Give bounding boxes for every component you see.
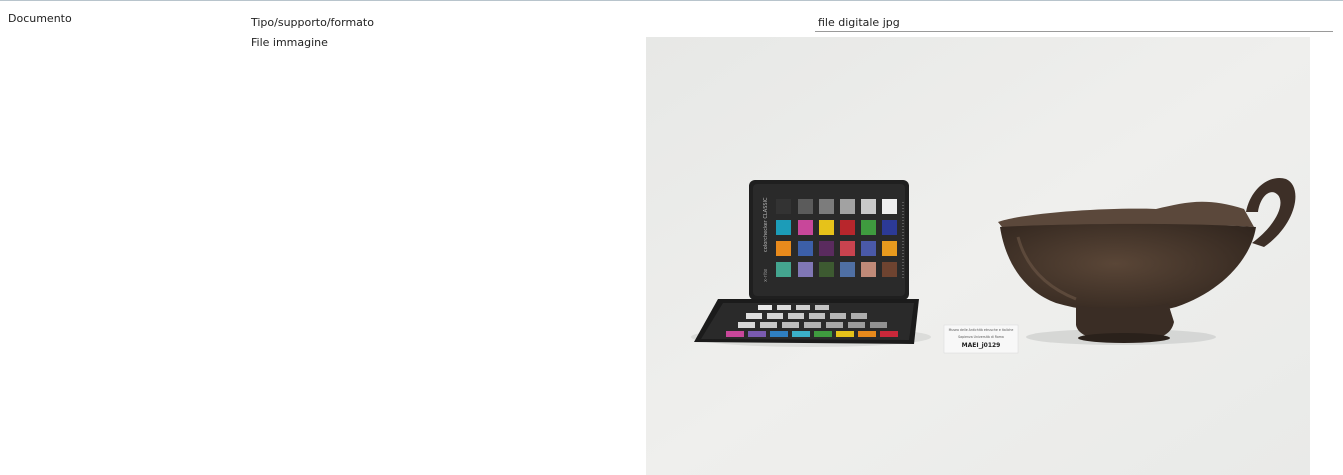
record-page: Documento Tipo/supporto/formato File imm…: [0, 0, 1343, 475]
checker-brand-text: colorchecker CLASSIC: [763, 197, 769, 252]
field-label-tipo-supporto-formato: Tipo/supporto/formato: [251, 16, 374, 29]
document-image-link[interactable]: colorchecker CLASSIC x-rite Museo delle …: [646, 37, 1310, 475]
checker-maker-text: x-rite: [763, 269, 769, 282]
color-checker-lower-panel: [694, 299, 919, 344]
artifact-photo: colorchecker CLASSIC x-rite Museo delle …: [646, 37, 1310, 475]
field-label-file-immagine: File immagine: [251, 36, 328, 49]
section-label-documento: Documento: [8, 12, 72, 25]
inventory-tag-line1: Museo delle Antichità etrusche e italich…: [949, 328, 1014, 332]
inventory-tag: Museo delle Antichità etrusche e italich…: [943, 324, 1019, 354]
color-checker-chart: colorchecker CLASSIC x-rite: [749, 180, 909, 300]
inventory-tag-code: MAEI_j0129: [962, 342, 1001, 349]
field-value-tipo-supporto-formato: file digitale jpg: [815, 16, 1333, 32]
inventory-tag-line2: Sapienza Università di Roma: [958, 335, 1004, 339]
